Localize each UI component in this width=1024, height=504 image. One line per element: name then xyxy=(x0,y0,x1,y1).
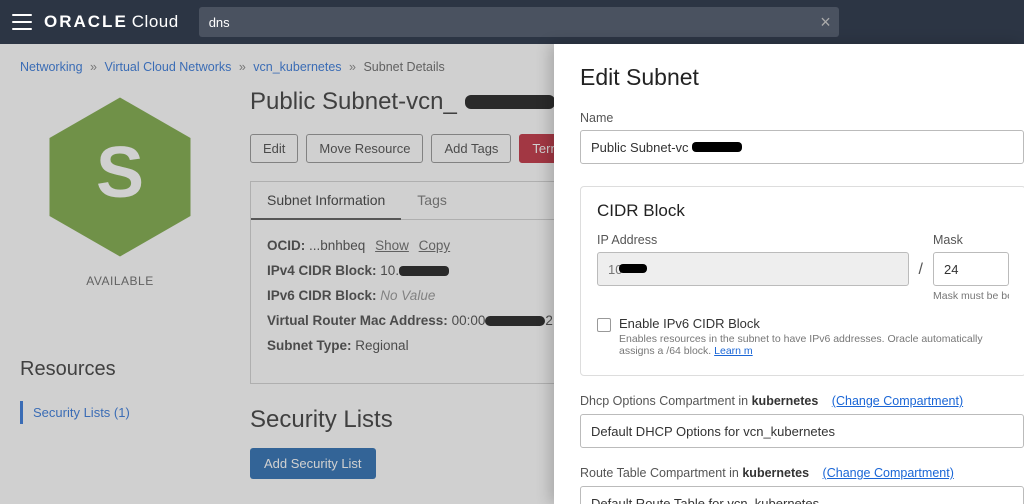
redacted-name xyxy=(692,142,742,152)
search-container: × xyxy=(199,7,839,37)
brand-main: ORACLE xyxy=(44,12,128,32)
move-resource-button[interactable]: Move Resource xyxy=(306,134,423,163)
ocid-copy-link[interactable]: Copy xyxy=(419,238,451,253)
crumb-current: Subnet Details xyxy=(363,60,444,74)
redacted-ipv4 xyxy=(399,266,449,276)
brand-sub: Cloud xyxy=(132,12,179,32)
left-column: S AVAILABLE Resources Security Lists (1) xyxy=(20,82,220,479)
change-rt-compartment-link[interactable]: (Change Compartment) xyxy=(823,466,954,480)
ipv6-checkbox[interactable] xyxy=(597,318,611,332)
change-dhcp-compartment-link[interactable]: (Change Compartment) xyxy=(832,394,963,408)
redacted-mac xyxy=(485,316,545,326)
name-label: Name xyxy=(580,111,1024,125)
hex-letter: S xyxy=(96,132,144,214)
crumb-vcns[interactable]: Virtual Cloud Networks xyxy=(104,60,231,74)
mask-input[interactable] xyxy=(933,252,1009,286)
add-security-list-button[interactable]: Add Security List xyxy=(250,448,376,479)
add-tags-button[interactable]: Add Tags xyxy=(431,134,511,163)
top-bar: ORACLE Cloud × xyxy=(0,0,1024,44)
dhcp-compartment-line: Dhcp Options Compartment in kubernetes (… xyxy=(580,394,1024,408)
ipv6-checkbox-row[interactable]: Enable IPv6 CIDR Block Enables resources… xyxy=(597,316,1009,357)
search-input[interactable] xyxy=(199,7,839,37)
sidebar-item-security-lists[interactable]: Security Lists (1) xyxy=(20,401,220,424)
ipv6-check-label: Enable IPv6 CIDR Block xyxy=(619,316,1009,331)
clear-search-icon[interactable]: × xyxy=(820,12,831,32)
learn-more-link[interactable]: Learn m xyxy=(714,345,753,357)
crumb-vcn-kubernetes[interactable]: vcn_kubernetes xyxy=(253,60,341,74)
redacted-title xyxy=(465,95,555,109)
mask-hint: Mask must be between 16 a xyxy=(933,290,1009,302)
ocid-show-link[interactable]: Show xyxy=(375,238,409,253)
redacted-ip xyxy=(619,264,647,273)
tab-tags[interactable]: Tags xyxy=(401,182,463,219)
cidr-heading: CIDR Block xyxy=(597,201,1009,221)
crumb-networking[interactable]: Networking xyxy=(20,60,83,74)
mask-label: Mask xyxy=(933,233,1009,247)
route-table-select[interactable]: Default Route Table for vcn_kubernetes xyxy=(580,486,1024,504)
name-input[interactable] xyxy=(580,130,1024,164)
panel-title: Edit Subnet xyxy=(580,64,1024,91)
ipv6-check-sub: Enables resources in the subnet to have … xyxy=(619,333,1009,357)
status-badge: AVAILABLE xyxy=(86,274,153,288)
tab-subnet-info[interactable]: Subnet Information xyxy=(251,182,401,220)
hamburger-icon[interactable] xyxy=(12,14,32,30)
resource-hex-icon: S xyxy=(45,92,195,262)
edit-button[interactable]: Edit xyxy=(250,134,298,163)
edit-subnet-panel: Edit Subnet Name CIDR Block IP Address /… xyxy=(554,44,1024,504)
route-table-compartment-line: Route Table Compartment in kubernetes (C… xyxy=(580,466,1024,480)
dhcp-options-select[interactable]: Default DHCP Options for vcn_kubernetes xyxy=(580,414,1024,448)
cidr-slash: / xyxy=(919,233,923,279)
resources-heading: Resources xyxy=(20,358,116,381)
cidr-block-box: CIDR Block IP Address / Mask Mask must b… xyxy=(580,186,1024,376)
ip-label: IP Address xyxy=(597,233,909,247)
brand-logo: ORACLE Cloud xyxy=(44,12,179,32)
resources-list: Security Lists (1) xyxy=(20,401,220,424)
